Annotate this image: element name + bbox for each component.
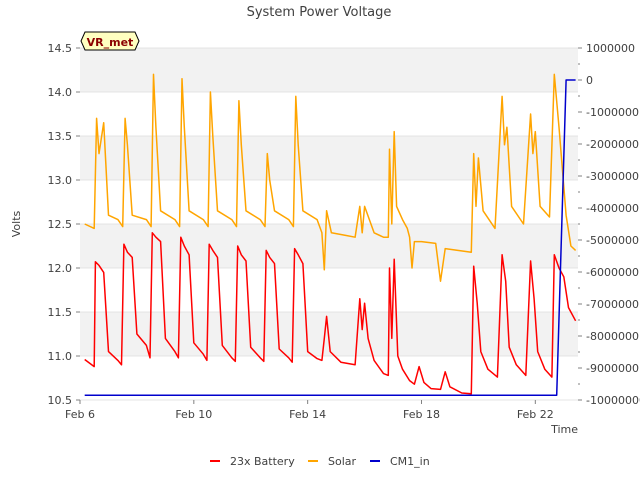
left-tick-label: 11.5 bbox=[48, 306, 73, 319]
left-tick-label: 12.0 bbox=[48, 262, 73, 275]
left-tick-label: 14.0 bbox=[48, 86, 73, 99]
left-y-axis: 10.5 11.0 11.5 12.0 12.5 13.0 13.5 14.0 14.5 bbox=[48, 42, 80, 407]
right-tick-label: -4000000 bbox=[586, 202, 639, 215]
right-tick-label: -1000000 bbox=[586, 106, 639, 119]
legend: 23x Battery Solar CM1_in bbox=[210, 455, 430, 468]
right-tick-label: -7000000 bbox=[586, 298, 639, 311]
legend-label: 23x Battery bbox=[230, 455, 295, 468]
plot-area bbox=[80, 47, 578, 401]
right-tick-label: 0 bbox=[586, 74, 593, 87]
right-tick-label: -9000000 bbox=[586, 362, 639, 375]
left-tick-label: 13.5 bbox=[48, 130, 73, 143]
right-tick-label: -5000000 bbox=[586, 234, 639, 247]
right-tick-label: -10000000 bbox=[586, 394, 640, 407]
legend-label: CM1_in bbox=[390, 455, 430, 468]
left-tick-label: 14.5 bbox=[48, 42, 73, 55]
x-axis: Feb 6 Feb 10 Feb 14 Feb 18 Feb 22 bbox=[65, 400, 554, 421]
right-y-axis: -10000000-9000000-8000000-7000000-600000… bbox=[578, 42, 640, 407]
x-tick-label: Feb 22 bbox=[517, 408, 554, 421]
right-tick-label: 1000000 bbox=[586, 42, 635, 55]
chart-title: System Power Voltage bbox=[247, 5, 392, 20]
badge: VR_met bbox=[80, 31, 140, 51]
x-tick-label: Feb 18 bbox=[403, 408, 440, 421]
chart-canvas: System Power Voltage 10.5 11.0 11.5 12.0 12.… bbox=[10, 5, 640, 468]
right-tick-label: -6000000 bbox=[586, 266, 639, 279]
left-tick-label: 10.5 bbox=[48, 394, 73, 407]
x-tick-label: Feb 10 bbox=[175, 408, 212, 421]
x-tick-label: Feb 14 bbox=[289, 408, 326, 421]
left-tick-label: 12.5 bbox=[48, 218, 73, 231]
x-axis-label: Time bbox=[550, 423, 578, 436]
y-axis-label: Volts bbox=[10, 210, 23, 237]
right-tick-label: -2000000 bbox=[586, 138, 639, 151]
x-tick-label: Feb 6 bbox=[65, 408, 95, 421]
right-tick-label: -3000000 bbox=[586, 170, 639, 183]
left-tick-label: 13.0 bbox=[48, 174, 73, 187]
left-tick-label: 11.0 bbox=[48, 350, 73, 363]
background-band bbox=[80, 136, 578, 180]
badge-label: VR_met bbox=[87, 36, 134, 49]
right-tick-label: -8000000 bbox=[586, 330, 639, 343]
legend-label: Solar bbox=[328, 455, 357, 468]
